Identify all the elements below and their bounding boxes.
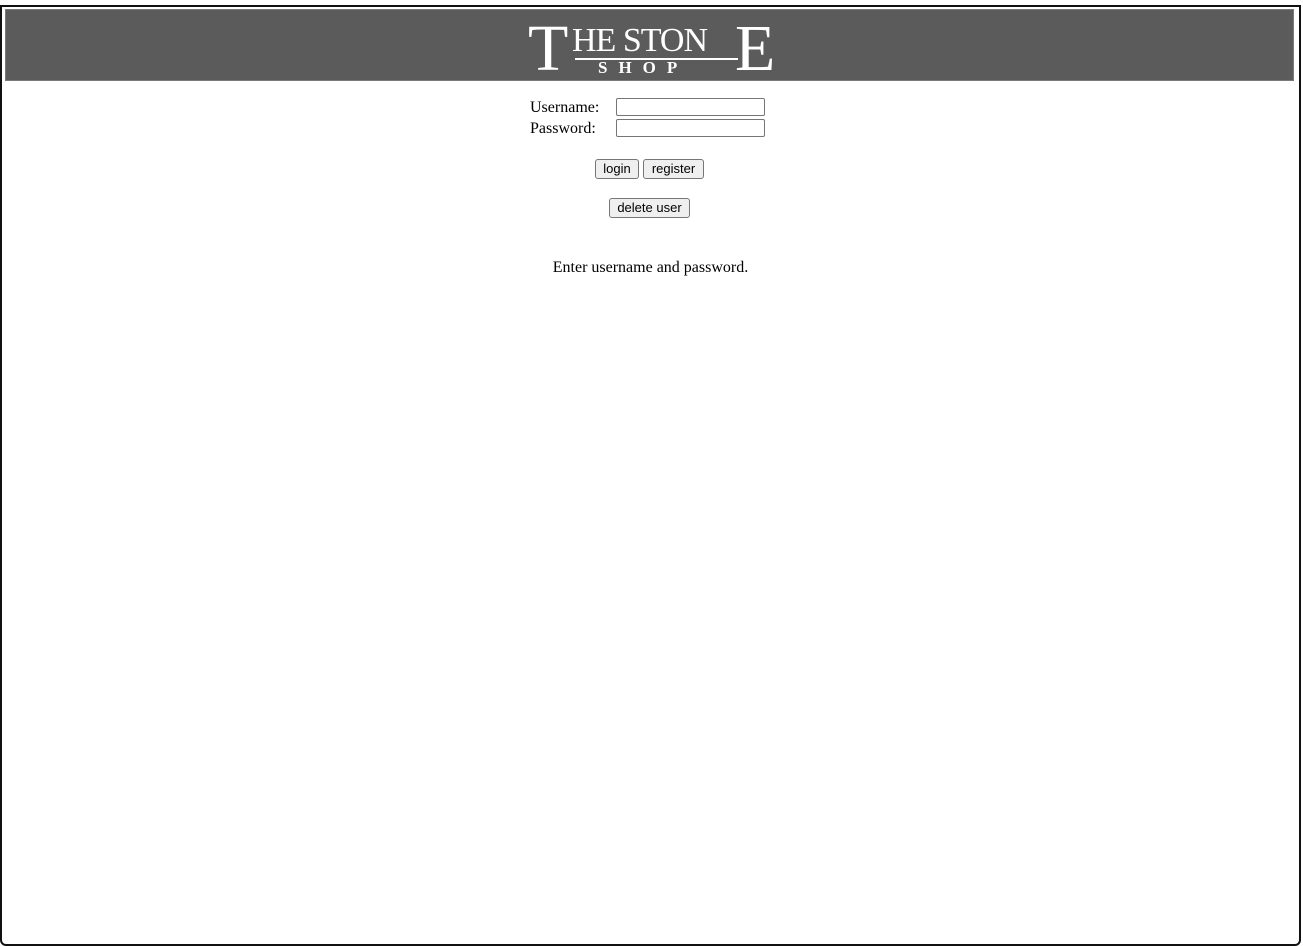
browser-window: T HE STON E SHOP Username: Password: log…: [0, 5, 1301, 946]
password-label: Password:: [530, 120, 596, 137]
password-row: Password:: [530, 119, 790, 140]
logo-letter-e: E: [735, 12, 776, 85]
logo-middle-text: HE STON: [572, 22, 708, 59]
username-row: Username:: [530, 98, 790, 119]
register-button[interactable]: register: [643, 159, 704, 179]
status-message: Enter username and password.: [552, 259, 749, 276]
username-input[interactable]: [616, 98, 765, 116]
password-input[interactable]: [616, 119, 765, 137]
logo-subtitle: SHOP: [598, 58, 689, 77]
logo-letter-t: T: [528, 12, 569, 85]
login-form: Username: Password:: [530, 98, 790, 140]
header-banner: T HE STON E SHOP: [5, 9, 1294, 82]
stone-shop-logo: T HE STON E SHOP: [528, 16, 775, 82]
login-button[interactable]: login: [595, 159, 639, 179]
delete-user-button[interactable]: delete user: [609, 198, 690, 218]
username-label: Username:: [530, 99, 600, 116]
